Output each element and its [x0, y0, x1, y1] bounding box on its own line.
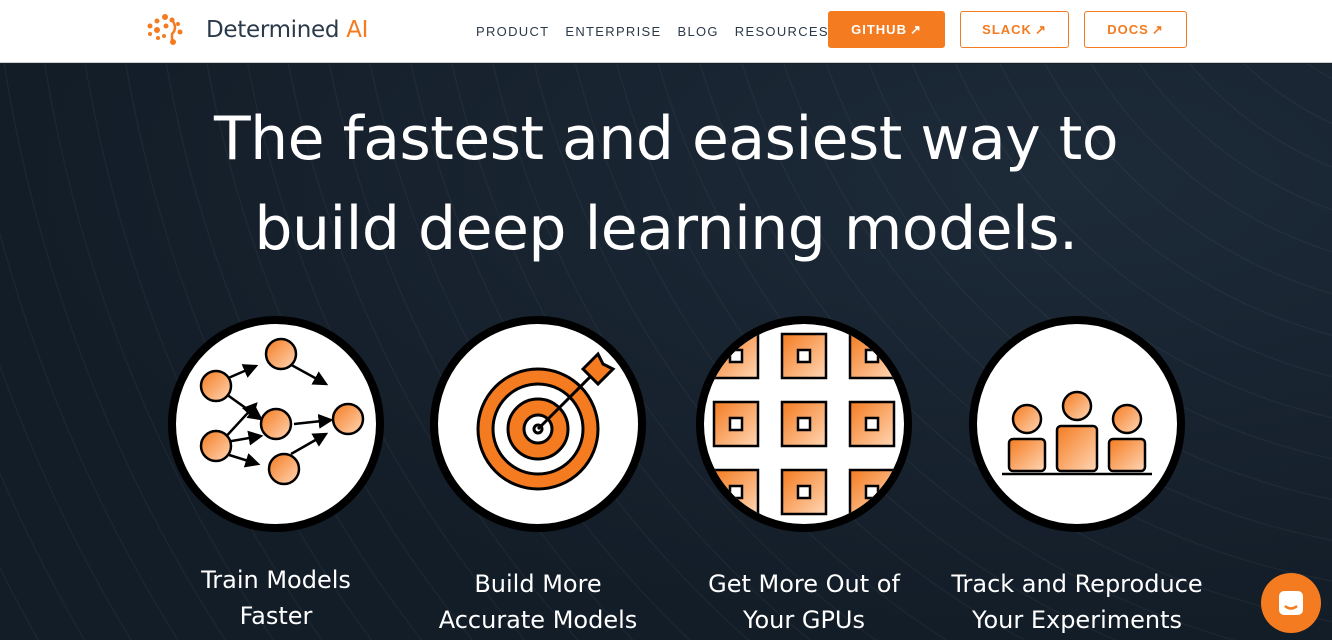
feature-train-faster: Train Models Faster: [146, 316, 406, 634]
nav-link-enterprise[interactable]: ENTERPRISE: [565, 24, 661, 39]
logo[interactable]: Determined AI: [146, 12, 368, 48]
chat-button[interactable]: [1261, 573, 1321, 633]
external-link-icon: ↗: [909, 21, 922, 37]
logo-icon: [147, 14, 183, 45]
target-icon: [476, 351, 616, 491]
slack-button[interactable]: SLACK ↗: [960, 11, 1069, 48]
feature-label: Build More Accurate Models: [438, 570, 638, 634]
feature-track-experiments: Track and Reproduce Your Experiments: [947, 316, 1207, 638]
external-link-icon: ↗: [1151, 21, 1164, 37]
feature-accurate-models: Build More Accurate Models: [408, 316, 668, 638]
chat-icon: [1279, 591, 1303, 615]
feature-label: Get More Out of Your GPUs: [708, 570, 900, 634]
top-nav: Determined AI PRODUCT ENTERPRISE BLOG RE…: [0, 0, 1332, 63]
feature-label: Train Models Faster: [201, 566, 351, 630]
feature-gpus: Get More Out of Your GPUs: [674, 316, 934, 638]
hero-section: The fastest and easiest way to build deep…: [0, 64, 1332, 640]
external-link-icon: ↗: [1034, 21, 1047, 37]
feature-label: Track and Reproduce Your Experiments: [951, 570, 1203, 634]
docs-button[interactable]: DOCS ↗: [1084, 11, 1187, 48]
hero-title: The fastest and easiest way to build deep…: [213, 104, 1119, 264]
nav-link-product[interactable]: PRODUCT: [476, 24, 549, 39]
logo-text: Determined AI: [206, 17, 369, 43]
nav-link-resources[interactable]: RESOURCES: [735, 24, 829, 39]
team-icon: [1002, 390, 1152, 476]
github-button[interactable]: GITHUB ↗: [828, 11, 945, 48]
gpu-chips-icon: [712, 332, 896, 516]
nav-link-blog[interactable]: BLOG: [677, 24, 718, 39]
neural-network-icon: [199, 337, 365, 486]
